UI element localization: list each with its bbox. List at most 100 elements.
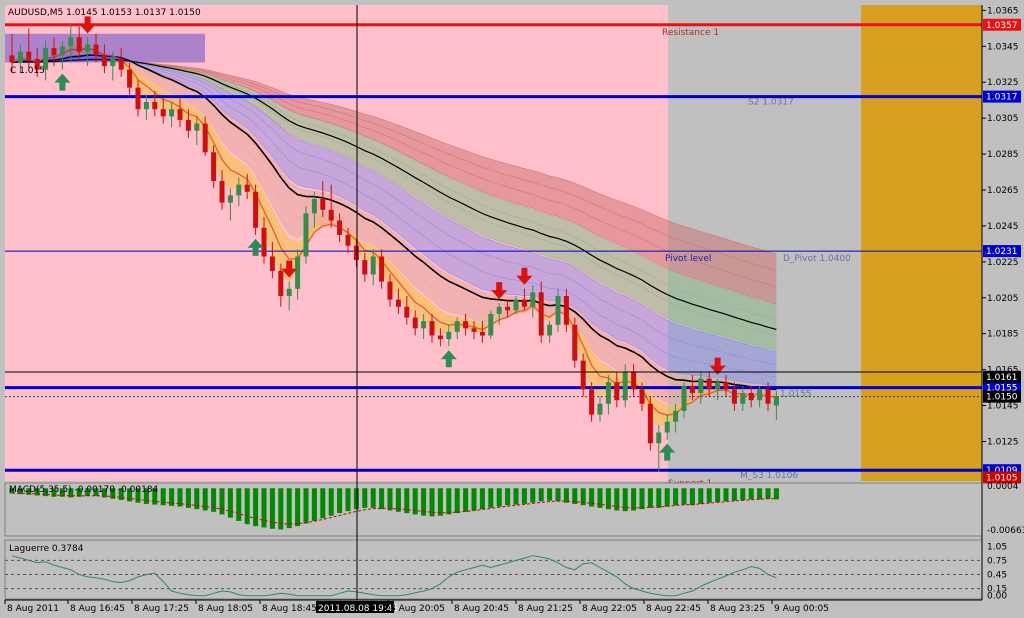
- candle-body: [59, 46, 65, 56]
- time-tick-label: 8 Aug 18:05: [198, 604, 253, 614]
- candle-body: [429, 321, 435, 336]
- candle-body: [723, 382, 729, 390]
- candle-body: [471, 328, 477, 332]
- macd-bar: [311, 488, 317, 521]
- macd-bar: [395, 488, 401, 512]
- candle-body: [773, 396, 779, 406]
- candle-body: [463, 321, 469, 329]
- candle-body: [513, 299, 519, 311]
- macd-bar: [269, 488, 275, 529]
- candle-body: [538, 292, 544, 336]
- macd-bar: [706, 488, 712, 503]
- level-1-0155-label: 1.0155: [780, 390, 812, 400]
- candle-body: [488, 313, 494, 336]
- candle-body: [127, 69, 133, 88]
- macd-bar: [437, 488, 443, 516]
- macd-bar: [757, 488, 763, 500]
- macd-tick-label: 0.0004: [987, 482, 1019, 492]
- macd-bar: [673, 488, 679, 506]
- time-tick-label: 8 Aug 22:05: [582, 604, 637, 614]
- candle-body: [337, 220, 343, 235]
- candle-body: [706, 378, 712, 390]
- macd-bar: [446, 488, 452, 515]
- candle-body: [547, 324, 553, 336]
- candle-body: [93, 44, 99, 56]
- candle-body: [303, 213, 309, 257]
- candle-body: [261, 227, 267, 257]
- macd-bar: [740, 488, 746, 501]
- candle-body: [76, 37, 82, 52]
- candle-body: [521, 299, 527, 307]
- candle-body: [9, 55, 15, 63]
- candle-body: [160, 109, 166, 117]
- macd-bar: [505, 488, 511, 506]
- macd-bar: [605, 488, 611, 510]
- s2-price-box-text: 1.0317: [986, 93, 1018, 103]
- candle-body: [362, 260, 368, 275]
- macd-bar: [387, 488, 393, 511]
- candle-body: [757, 389, 763, 401]
- support-1-label2: M_S3 1.0106: [740, 471, 798, 481]
- macd-bar: [530, 488, 536, 503]
- price-tick-label: 1.0365: [987, 6, 1019, 16]
- macd-bar: [664, 488, 670, 507]
- macd-bar: [563, 488, 569, 503]
- candle-body: [446, 331, 452, 340]
- candle-body: [421, 321, 427, 329]
- resistance-1-price-box-text: 1.0357: [986, 21, 1018, 31]
- candle-body: [169, 109, 175, 117]
- laguerre-panel[interactable]: Laguerre 0.3784: [4, 539, 983, 600]
- candle-body: [496, 306, 502, 314]
- time-tick-label: 8 Aug 20:45: [454, 604, 509, 614]
- candle-body: [202, 123, 208, 153]
- macd-bar: [219, 488, 225, 515]
- chart-title: AUDUSD,M5 1.0145 1.0153 1.0137 1.0150: [8, 8, 201, 18]
- macd-bar: [647, 488, 653, 508]
- candle-body: [614, 382, 620, 401]
- macd-bar: [236, 488, 242, 521]
- candle-body: [589, 389, 595, 415]
- price-panel-gold-zone: [861, 5, 982, 481]
- mt4-chart[interactable]: Resistance 1 1.0357 S2 1.0317 1.0317 Pivot l…: [0, 0, 1024, 618]
- candle-body: [404, 306, 410, 318]
- macd-bar: [454, 488, 460, 514]
- laguerre-label: Laguerre 0.3784: [9, 544, 84, 554]
- price-tick-label: 1.0165: [987, 366, 1019, 376]
- macd-bar: [379, 488, 385, 510]
- time-tick-label: 8 Aug 22:45: [646, 604, 701, 614]
- candle-body: [639, 389, 645, 404]
- macd-bar: [521, 488, 527, 504]
- candle-body: [68, 37, 74, 47]
- macd-bar: [698, 488, 704, 504]
- candle-body: [311, 198, 317, 214]
- candle-body: [143, 101, 149, 110]
- macd-panel[interactable]: MACD(5,35,5) -0.00170 -0.00184: [4, 482, 983, 537]
- candle-body: [328, 209, 334, 221]
- candle-body: [555, 295, 561, 325]
- candle-body: [219, 181, 225, 203]
- time-tick-label: 8 Aug 23:25: [710, 604, 765, 614]
- candle-body: [437, 335, 443, 340]
- macd-bar: [253, 488, 259, 527]
- price-panel[interactable]: Resistance 1 1.0357 S2 1.0317 1.0317 Pivot l…: [5, 5, 1021, 489]
- price-tick-label: 1.0125: [987, 437, 1019, 447]
- macd-bar: [345, 488, 351, 512]
- macd-bar: [244, 488, 250, 525]
- time-tick-label: 8 Aug 2011: [7, 604, 59, 614]
- candle-body: [454, 321, 460, 332]
- time-tick-label: 8 Aug 20:05: [390, 604, 445, 614]
- macd-bar: [471, 488, 477, 511]
- candle-body: [152, 101, 158, 110]
- candle-body: [673, 410, 679, 422]
- candle-body: [286, 288, 292, 296]
- candle-body: [647, 403, 653, 444]
- candle-body: [253, 191, 259, 228]
- candle-body: [681, 385, 687, 411]
- candle-body: [345, 234, 351, 246]
- price-tick-label: 1.0265: [987, 186, 1019, 196]
- macd-bar: [211, 488, 217, 512]
- candle-body: [689, 385, 695, 393]
- candle-body: [85, 44, 91, 52]
- candle-body: [631, 371, 637, 390]
- candle-body: [177, 109, 183, 120]
